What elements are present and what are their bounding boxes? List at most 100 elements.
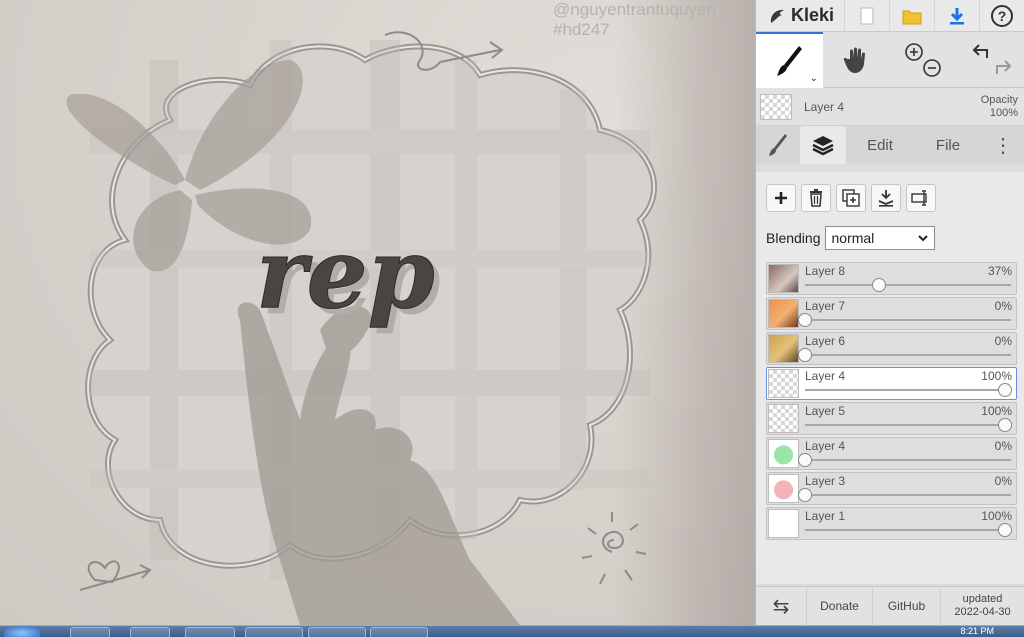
start-button[interactable] xyxy=(4,626,40,637)
open-file-button[interactable] xyxy=(889,0,934,32)
opacity-slider-track[interactable] xyxy=(805,529,1011,531)
layer-opacity: 0% xyxy=(994,439,1012,453)
github-link[interactable]: GitHub xyxy=(872,586,940,626)
new-document-icon xyxy=(860,7,874,24)
layers-icon xyxy=(812,136,834,156)
layer-row[interactable]: Layer 1 100% xyxy=(766,507,1017,540)
duplicate-layer-icon xyxy=(842,189,860,207)
layer-row-selected[interactable]: Layer 4 100% xyxy=(766,367,1017,400)
layer-name: Layer 5 xyxy=(805,404,846,418)
brush-icon xyxy=(776,46,802,76)
opacity-slider-handle[interactable] xyxy=(798,453,812,467)
current-layer-opacity: Opacity 100% xyxy=(981,94,1018,120)
brush-tool[interactable]: ⌄ xyxy=(756,32,823,88)
taskbar-app-button[interactable] xyxy=(185,627,235,637)
zoom-tool[interactable] xyxy=(890,32,957,88)
layer-thumbnail xyxy=(768,369,799,398)
layer-name: Layer 4 xyxy=(805,439,846,453)
layer-thumbnail xyxy=(768,474,799,503)
updated-info[interactable]: updated 2022-04-30 xyxy=(940,586,1024,626)
opacity-slider-handle[interactable] xyxy=(872,278,886,292)
taskbar-app-button[interactable] xyxy=(370,627,428,637)
more-menu-button[interactable]: ⋮ xyxy=(982,126,1024,164)
opacity-slider-handle[interactable] xyxy=(998,383,1012,397)
save-download-button[interactable] xyxy=(934,0,979,32)
opacity-slider-handle[interactable] xyxy=(798,488,812,502)
layer-thumbnail xyxy=(768,299,799,328)
layer-name: Layer 7 xyxy=(805,299,846,313)
taskbar-app-button[interactable] xyxy=(70,627,110,637)
tab-brush[interactable] xyxy=(756,126,800,164)
hand-tool[interactable] xyxy=(823,32,890,88)
updated-date: 2022-04-30 xyxy=(954,606,1011,618)
layer-row[interactable]: Layer 5 100% xyxy=(766,402,1017,435)
opacity-slider-track[interactable] xyxy=(805,494,1011,496)
add-layer-button[interactable] xyxy=(766,184,796,212)
donate-link[interactable]: Donate xyxy=(806,586,872,626)
opacity-slider-handle[interactable] xyxy=(998,418,1012,432)
opacity-slider-track[interactable] xyxy=(805,284,1011,286)
bottom-bar: ⇆ Donate GitHub updated 2022-04-30 xyxy=(756,586,1024,626)
layer-opacity: 100% xyxy=(981,509,1012,523)
tab-file[interactable]: File xyxy=(914,126,982,164)
os-taskbar: 8:21 PM xyxy=(0,625,1024,637)
layer-name: Layer 6 xyxy=(805,334,846,348)
layer-row[interactable]: Layer 8 37% xyxy=(766,262,1017,295)
blending-value: normal xyxy=(831,230,875,246)
layer-list: Layer 8 37% Layer 7 0% Layer 6 0% Layer … xyxy=(766,262,1017,542)
layer-actions xyxy=(756,172,1024,212)
taskbar-app-button[interactable] xyxy=(308,627,366,637)
layer-thumbnail xyxy=(768,509,799,538)
tab-edit[interactable]: Edit xyxy=(846,126,914,164)
opacity-slider-track[interactable] xyxy=(805,459,1011,461)
layer-row[interactable]: Layer 7 0% xyxy=(766,297,1017,330)
new-document-button[interactable] xyxy=(844,0,889,32)
opacity-slider-handle[interactable] xyxy=(798,313,812,327)
rename-layer-icon xyxy=(911,190,927,206)
blending-row: Blending normal xyxy=(756,212,1024,250)
merge-down-button[interactable] xyxy=(871,184,901,212)
opacity-slider-track[interactable] xyxy=(805,389,1011,391)
opacity-slider-handle[interactable] xyxy=(798,348,812,362)
undo-redo-icon xyxy=(972,44,1011,74)
layer-row[interactable]: Layer 6 0% xyxy=(766,332,1017,365)
layer-opacity: 0% xyxy=(994,334,1012,348)
kleki-logo[interactable]: Kleki xyxy=(756,0,844,32)
layer-name: Layer 8 xyxy=(805,264,846,278)
opacity-slider-track[interactable] xyxy=(805,424,1011,426)
layer-thumbnail xyxy=(768,404,799,433)
help-button[interactable]: ? xyxy=(979,0,1024,32)
layer-row[interactable]: Layer 3 0% xyxy=(766,472,1017,505)
merge-down-icon xyxy=(878,190,894,207)
drawing-canvas[interactable]: rep rep @nguyentrantuquyen #hd247 xyxy=(0,0,755,625)
brush-options-caret[interactable]: ⌄ xyxy=(810,73,818,84)
rename-layer-button[interactable] xyxy=(906,184,936,212)
opacity-slider-handle[interactable] xyxy=(998,523,1012,537)
delete-layer-button[interactable] xyxy=(801,184,831,212)
tab-layers[interactable] xyxy=(800,126,846,164)
brush-settings-icon xyxy=(769,134,787,156)
layer-opacity: 0% xyxy=(994,299,1012,313)
layer-name: Layer 3 xyxy=(805,474,846,488)
taskbar-app-button[interactable] xyxy=(245,627,303,637)
taskbar-clock[interactable]: 8:21 PM xyxy=(960,626,994,637)
layer-row[interactable]: Layer 4 0% xyxy=(766,437,1017,470)
top-bar: Kleki ? xyxy=(756,0,1024,32)
updated-label: updated xyxy=(962,593,1003,605)
opacity-label: Opacity xyxy=(980,93,1018,106)
layer-thumbnail xyxy=(768,439,799,468)
download-icon xyxy=(950,7,964,24)
duplicate-layer-button[interactable] xyxy=(836,184,866,212)
app-name: Kleki xyxy=(791,5,835,25)
blending-select[interactable]: normal xyxy=(824,226,935,250)
taskbar-app-button[interactable] xyxy=(130,627,170,637)
swap-panel-button[interactable]: ⇆ xyxy=(756,587,806,626)
add-layer-icon xyxy=(775,192,787,204)
side-panel: Kleki ? ⌄ Layer 4 Opacity 100% Edit File… xyxy=(755,0,1024,626)
opacity-slider-track[interactable] xyxy=(805,319,1011,321)
opacity-slider-track[interactable] xyxy=(805,354,1011,356)
heart-arrow-doodle xyxy=(79,560,152,591)
undo-redo-tool[interactable] xyxy=(957,32,1024,88)
layer-thumbnail xyxy=(768,334,799,363)
rep-text: rep xyxy=(256,217,435,330)
